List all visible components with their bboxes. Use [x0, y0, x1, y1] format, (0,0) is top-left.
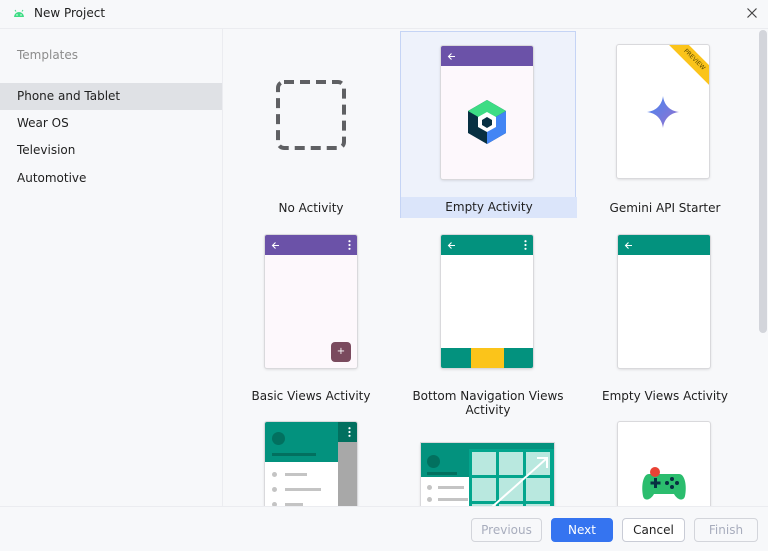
template-empty-views-activity[interactable]: Empty Views Activity — [577, 225, 753, 405]
template-label: No Activity — [278, 201, 344, 215]
template-navigation-drawer-views-activity[interactable] — [223, 415, 399, 506]
back-arrow-icon — [624, 242, 632, 249]
template-label: Empty Views Activity — [602, 389, 728, 403]
overflow-menu-icon — [348, 240, 351, 250]
template-gallery: No Activity Empty Activity PREVIEW Gemin… — [223, 29, 768, 506]
dialog-footer: Previous Next Cancel Finish — [0, 506, 768, 551]
sidebar-item-television[interactable]: Television — [0, 137, 222, 164]
drawer-header — [265, 422, 338, 462]
grid-panel — [469, 449, 554, 506]
tablet-preview — [421, 443, 554, 506]
phone-preview: PREVIEW — [617, 45, 709, 178]
sidebar-item-phone-and-tablet[interactable]: Phone and Tablet — [0, 83, 222, 110]
template-label: Empty Activity — [401, 197, 577, 218]
template-label: Bottom Navigation Views Activity — [412, 389, 564, 417]
phone-preview — [265, 422, 357, 506]
template-no-activity[interactable]: No Activity — [223, 31, 399, 218]
avatar — [272, 432, 285, 445]
template-label: Basic Views Activity — [251, 389, 371, 403]
bottom-navigation-bar — [441, 348, 533, 368]
phone-preview — [618, 422, 710, 506]
overflow-menu-icon — [348, 427, 351, 437]
finish-button[interactable]: Finish — [694, 518, 758, 542]
back-arrow-icon — [271, 242, 279, 249]
android-icon — [14, 9, 24, 17]
app-bar — [618, 235, 710, 255]
next-button[interactable]: Next — [551, 518, 613, 542]
window-title: New Project — [34, 6, 106, 20]
sidebar-item-wear-os[interactable]: Wear OS — [0, 110, 222, 137]
fab-add-icon: + — [331, 342, 351, 362]
phone-preview — [441, 235, 533, 368]
app-bar — [441, 46, 533, 66]
cancel-button[interactable]: Cancel — [622, 518, 685, 542]
grid-detail-pane — [472, 452, 550, 506]
bottom-nav-selected-item — [471, 348, 504, 368]
app-bar — [441, 235, 533, 255]
drawer-scrim — [338, 442, 357, 506]
template-bottom-navigation-views-activity[interactable]: Bottom Navigation Views Activity — [400, 225, 576, 417]
phone-preview — [441, 46, 533, 179]
gemini-sparkle-icon — [647, 96, 679, 128]
drawer-header-line — [272, 453, 316, 456]
phone-preview — [618, 235, 710, 368]
templates-header: Templates — [17, 48, 79, 62]
back-arrow-icon — [447, 53, 455, 60]
jetpack-compose-icon — [468, 100, 506, 144]
template-gemini-api-starter[interactable]: PREVIEW Gemini API Starter — [577, 31, 753, 218]
template-empty-activity[interactable]: Empty Activity — [400, 31, 577, 218]
gallery-scrollbar[interactable] — [759, 30, 767, 333]
template-label: Gemini API Starter — [609, 201, 721, 215]
sidebar-item-automotive[interactable]: Automotive — [0, 165, 222, 192]
previous-button[interactable]: Previous — [471, 518, 542, 542]
app-bar — [265, 235, 357, 255]
list-header — [421, 449, 469, 477]
gamepad-icon — [642, 467, 686, 500]
app-bar — [338, 422, 357, 442]
phone-preview: + — [265, 235, 357, 368]
preview-badge: PREVIEW — [664, 45, 709, 90]
back-arrow-icon — [447, 242, 455, 249]
close-icon[interactable] — [744, 5, 760, 21]
template-game-activity[interactable] — [577, 415, 753, 506]
overflow-menu-icon — [524, 240, 527, 250]
title-bar: New Project — [0, 0, 768, 29]
dashed-square-icon — [276, 80, 346, 150]
template-basic-views-activity[interactable]: + Basic Views Activity — [223, 225, 399, 405]
template-responsive-views-activity[interactable] — [400, 415, 576, 506]
templates-sidebar: Templates Phone and Tablet Wear OS Telev… — [0, 29, 223, 506]
